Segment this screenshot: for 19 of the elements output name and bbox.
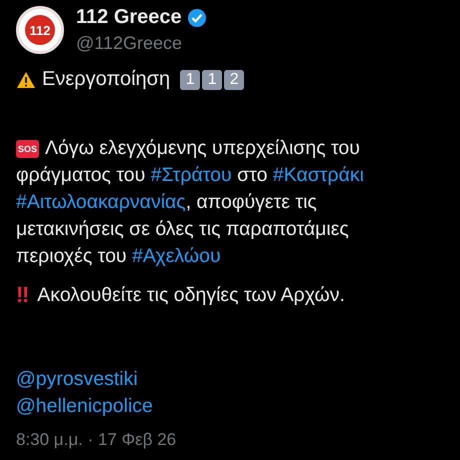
warning-icon [16, 70, 36, 88]
keycap: 1 [180, 70, 200, 90]
keycap: 2 [224, 70, 244, 90]
hashtag-link[interactable]: #Αιτωλοακαρνανίας [16, 191, 186, 213]
timestamp[interactable]: 8:30 μ.μ. · 17 Φεβ 26 [16, 430, 448, 450]
hashtag-link[interactable]: #Αχελώου [132, 245, 221, 267]
author-name[interactable]: 112 Greece [76, 6, 182, 29]
hashtag-link[interactable]: #Καστράκι [272, 164, 364, 186]
notice-text: Ακολουθείτε τις οδηγίες των Αρχών. [37, 284, 345, 306]
hashtag-link[interactable]: #Στράτου [150, 164, 232, 186]
alert-text: SOS Λόγω ελεγχόμενης υπερχείλισης του φράγματος του #Στράτου στο #Καστράκι #Αιτωλοακαρνανίας, αποφύγετε τις μετακινήσεις σε όλες τις παραποτάμιες περιοχές του #Αχελώου [16, 136, 365, 269]
author-handle[interactable]: @112Greece [76, 33, 207, 54]
avatar[interactable]: 112 [16, 6, 64, 54]
sos-badge: SOS [16, 140, 40, 158]
keycap: 1 [202, 70, 222, 90]
headline-text: Ενεργοποίηση [42, 68, 170, 91]
exclamation-icon: ‼ [16, 282, 30, 308]
mention-link[interactable]: @pyrosvestiki [16, 368, 448, 391]
mention-link[interactable]: @hellenicpolice [16, 395, 448, 418]
